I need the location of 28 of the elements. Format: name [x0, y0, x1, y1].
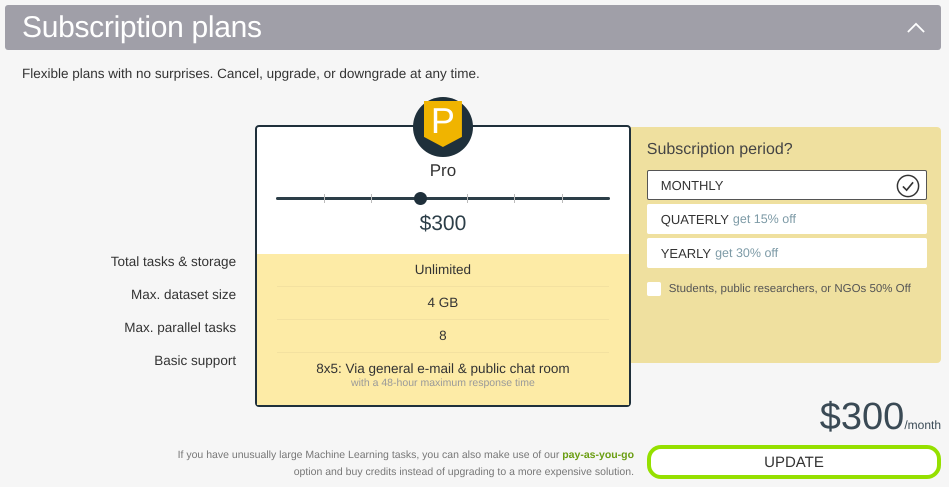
collapse-icon[interactable] — [907, 22, 925, 33]
checkbox-label: Students, public researchers, or NGOs 50% Off — [668, 283, 911, 295]
check-icon — [896, 174, 920, 198]
feature-value: 8 — [438, 328, 448, 343]
feature-note: with a 48-hour maximum response time — [350, 377, 536, 389]
plan-name: Pro — [430, 161, 456, 182]
plan-price: $300 — [420, 212, 466, 236]
feature-label: Max. parallel tasks — [124, 320, 236, 337]
price-slider[interactable] — [276, 192, 610, 205]
feature-value: Unlimited — [414, 262, 472, 277]
feature-value: 4 GB — [426, 295, 460, 310]
slider-thumb[interactable] — [414, 192, 427, 205]
period-option[interactable]: YEARLY get 30% off — [646, 238, 927, 268]
period-option[interactable]: MONTHLY — [646, 170, 927, 200]
description: Flexible plans with no surprises. Cancel, upgrade, or downgrade at any time. — [22, 66, 481, 81]
feature-label: Total tasks & storage — [110, 254, 236, 271]
feature-label: Basic support — [154, 353, 236, 370]
total-price: $300 — [820, 397, 904, 437]
period-title: Subscription period? — [646, 141, 794, 159]
footnote: If you have unusually large Machine Learning tasks, you can also make use of our pay-as-you-go option and buy credits instead of upgrading to a more expensive solution. — [178, 448, 634, 480]
price-unit: /month — [904, 418, 941, 432]
period-option[interactable]: QUATERLY get 15% off — [646, 204, 927, 234]
plan-badge: P — [412, 97, 473, 157]
feature-label: Max. dataset size — [131, 287, 236, 304]
feature-value: 8x5: Via general e-mail & public chat room — [315, 361, 571, 376]
discount-checkbox[interactable] — [646, 282, 661, 296]
section-title: Subscription plans — [22, 10, 262, 44]
update-button[interactable]: UPDATE — [647, 445, 941, 479]
